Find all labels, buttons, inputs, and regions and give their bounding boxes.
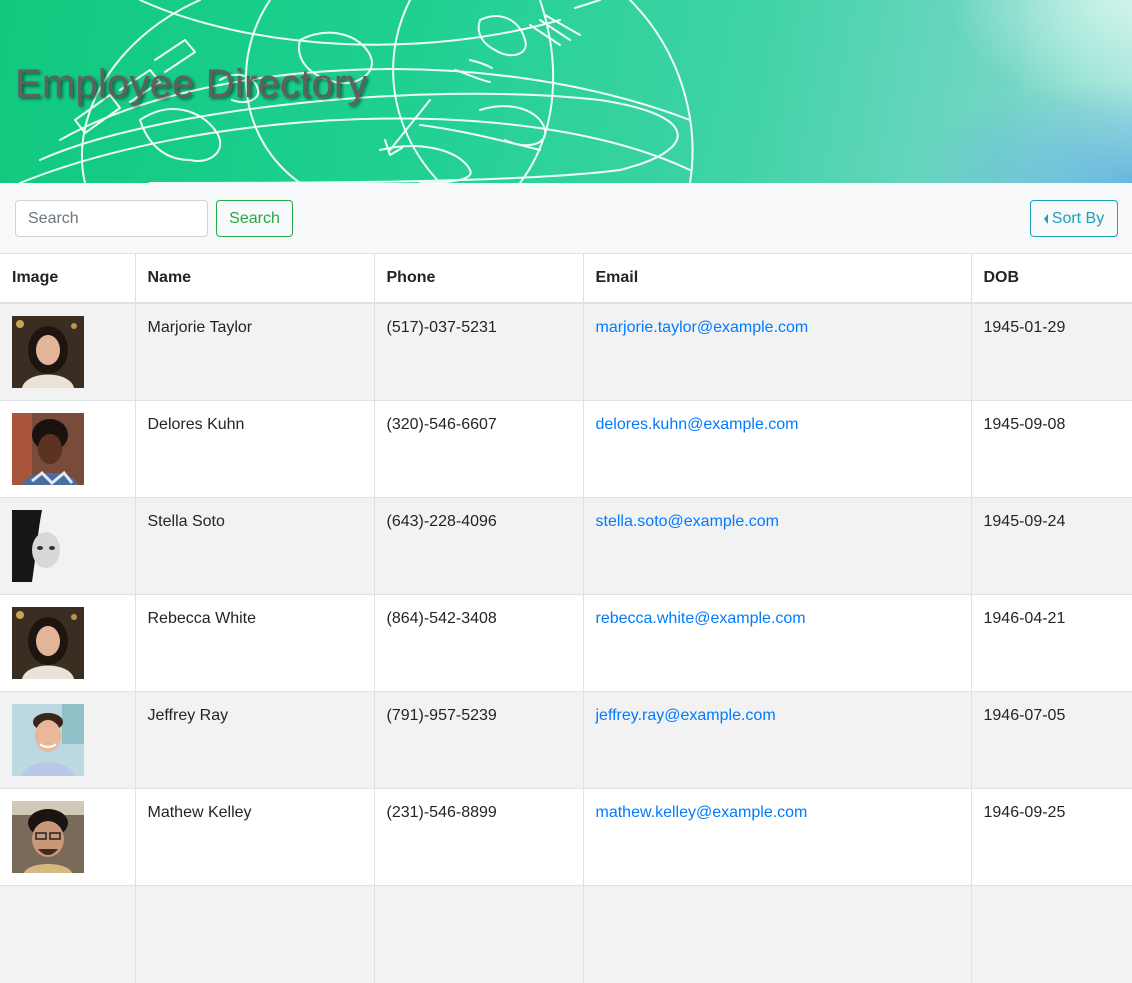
employee-dob: 1945-09-08 [970,400,1132,498]
column-header-phone[interactable]: Phone [373,254,583,304]
employee-email-cell: mathew.kelley@example.com [582,788,971,886]
employee-name [134,885,374,983]
employee-name: Delores Kuhn [134,400,374,498]
employee-name: Mathew Kelley [134,788,374,886]
table-row: Delores Kuhn (320)-546-6607 delores.kuhn… [0,400,1132,498]
table-row: Rebecca White (864)-542-3408 rebecca.whi… [0,594,1132,692]
sort-by-label: Sort By [1051,209,1105,227]
employee-phone [373,885,583,983]
table-row: Jeffrey Ray (791)-957-5239 jeffrey.ray@e… [0,691,1132,789]
search-toolbar: Search Sort By [0,183,1132,254]
employee-email-cell: stella.soto@example.com [582,497,971,595]
employee-email-link[interactable]: delores.kuhn@example.com [596,416,799,433]
employee-name: Marjorie Taylor [134,303,374,401]
column-header-dob[interactable]: DOB [970,254,1132,304]
employee-email-link[interactable]: jeffrey.ray@example.com [596,707,776,724]
column-header-image[interactable]: Image [0,254,135,304]
table-row: Marjorie Taylor (517)-037-5231 marjorie.… [0,303,1132,401]
search-button[interactable]: Search [216,200,293,237]
image-cell [0,788,135,886]
employee-phone: (864)-542-3408 [373,594,583,692]
image-cell [0,885,135,983]
employee-email-link[interactable]: stella.soto@example.com [596,513,779,530]
employee-name: Rebecca White [134,594,374,692]
employee-phone: (320)-546-6607 [373,400,583,498]
employee-email-cell: delores.kuhn@example.com [582,400,971,498]
table-row: Mathew Kelley (231)-546-8899 mathew.kell… [0,788,1132,886]
employee-photo [12,316,84,388]
employee-email-link[interactable]: marjorie.taylor@example.com [596,319,809,336]
employee-dob: 1946-09-25 [970,788,1132,886]
column-header-email[interactable]: Email [582,254,971,304]
column-header-name[interactable]: Name [134,254,374,304]
image-cell [0,497,135,595]
employee-dob: 1946-04-21 [970,594,1132,692]
table-row: Stella Soto (643)-228-4096 stella.soto@e… [0,497,1132,595]
image-cell [0,594,135,692]
employee-email-link[interactable]: rebecca.white@example.com [596,610,806,627]
employee-phone: (791)-957-5239 [373,691,583,789]
employee-phone: (643)-228-4096 [373,497,583,595]
caret-left-icon [1043,213,1048,224]
table-row [0,885,1132,983]
search-input[interactable] [15,200,208,237]
employee-photo [12,607,84,679]
employee-dob: 1946-07-05 [970,691,1132,789]
employee-email-cell: rebecca.white@example.com [582,594,971,692]
employee-table: Image Name Phone Email DOB Marjorie Tayl… [0,254,1132,983]
employee-dob: 1945-01-29 [970,303,1132,401]
employee-email-cell: jeffrey.ray@example.com [582,691,971,789]
image-cell [0,691,135,789]
employee-phone: (517)-037-5231 [373,303,583,401]
employee-table-container: Image Name Phone Email DOB Marjorie Tayl… [0,254,1132,983]
employee-phone: (231)-546-8899 [373,788,583,886]
employee-photo [12,801,84,873]
image-cell [0,400,135,498]
employee-email-cell: marjorie.taylor@example.com [582,303,971,401]
page-header: Employee Directory [0,0,1132,183]
image-cell [0,303,135,401]
employee-photo [12,510,84,582]
employee-photo [12,413,84,485]
employee-name: Jeffrey Ray [134,691,374,789]
table-header-row: Image Name Phone Email DOB [0,254,1132,304]
employee-dob [970,885,1132,983]
employee-email-link[interactable]: mathew.kelley@example.com [596,804,808,821]
employee-photo [12,704,84,776]
employee-name: Stella Soto [134,497,374,595]
sort-by-button[interactable]: Sort By [1030,200,1118,237]
page-title: Employee Directory [15,62,368,106]
employee-email-cell [582,885,971,983]
employee-dob: 1945-09-24 [970,497,1132,595]
